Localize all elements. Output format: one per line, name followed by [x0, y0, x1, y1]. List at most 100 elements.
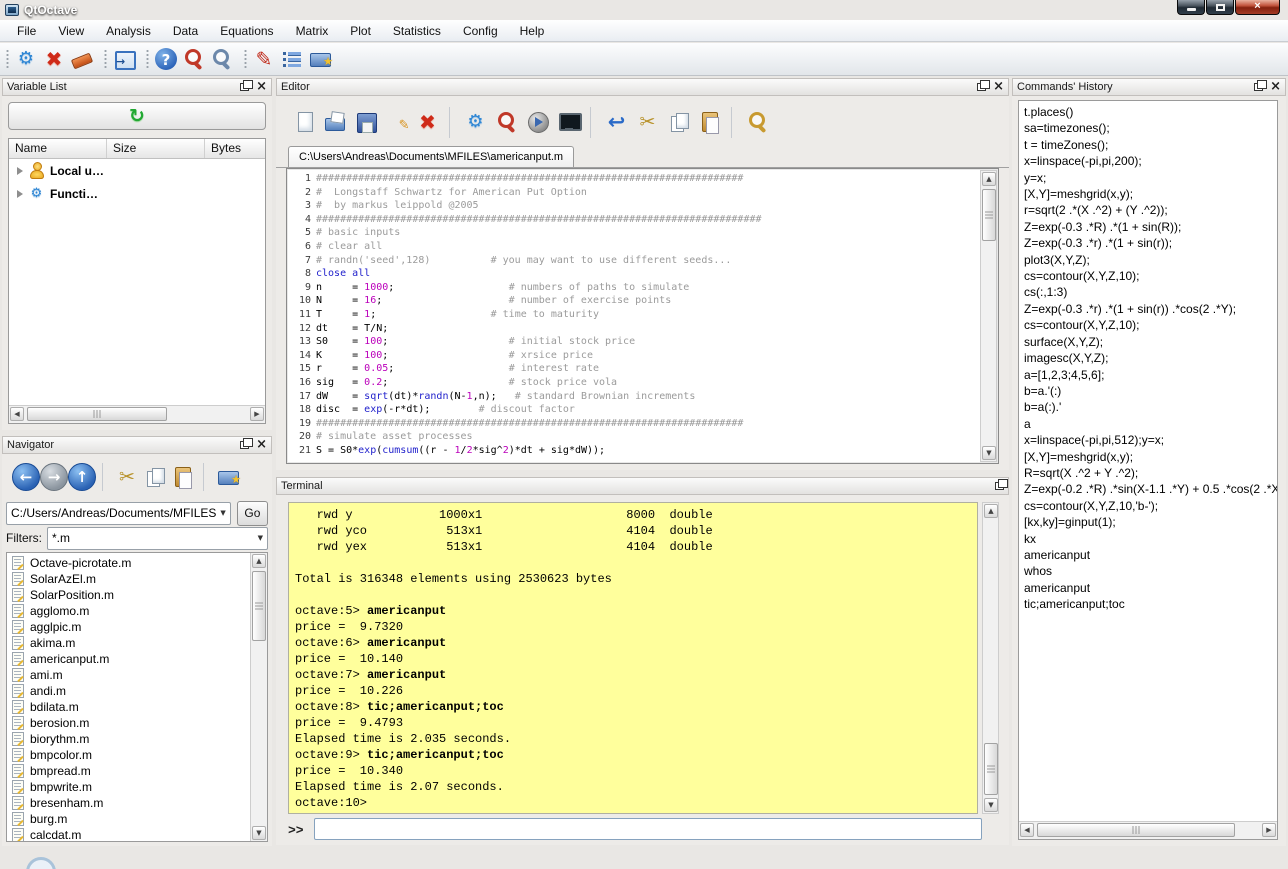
- file-item[interactable]: burg.m: [7, 811, 250, 827]
- history-item[interactable]: Z=exp(-0.3 .*r) .*(1 + sin(r)) .*cos(2 .…: [1024, 301, 1277, 317]
- paste-button[interactable]: [169, 463, 197, 491]
- copy-button[interactable]: [141, 463, 169, 491]
- variable-hscrollbar[interactable]: ◀ ▶: [9, 405, 265, 423]
- file-item[interactable]: berosion.m: [7, 715, 250, 731]
- float-panel-icon[interactable]: [240, 441, 249, 449]
- history-item[interactable]: b=a(:).': [1024, 399, 1277, 415]
- folder-star-button[interactable]: [306, 45, 334, 73]
- pen-button[interactable]: [250, 45, 278, 73]
- refresh-variables-button[interactable]: [8, 102, 266, 130]
- paste-button[interactable]: [694, 107, 725, 138]
- file-item[interactable]: calcdat.m: [7, 827, 250, 841]
- close-tab-button[interactable]: [412, 107, 443, 138]
- zoom-button[interactable]: [742, 107, 773, 138]
- history-item[interactable]: t = timeZones();: [1024, 137, 1277, 153]
- cut-button[interactable]: [632, 107, 663, 138]
- table-export-button[interactable]: [110, 45, 138, 73]
- menu-item-plot[interactable]: Plot: [339, 21, 382, 41]
- close-button[interactable]: [40, 45, 68, 73]
- search-button[interactable]: [208, 45, 236, 73]
- new-file-button[interactable]: [288, 107, 319, 138]
- history-item[interactable]: plot3(X,Y,Z);: [1024, 252, 1277, 268]
- cut-button[interactable]: [113, 463, 141, 491]
- history-item[interactable]: t.places(): [1024, 104, 1277, 120]
- scroll-left-icon[interactable]: ◀: [10, 407, 24, 421]
- scroll-right-icon[interactable]: ▶: [250, 407, 264, 421]
- menu-item-help[interactable]: Help: [509, 21, 556, 41]
- file-item[interactable]: ami.m: [7, 667, 250, 683]
- tree-row[interactable]: Functi…: [9, 182, 265, 205]
- menu-item-view[interactable]: View: [47, 21, 95, 41]
- column-name[interactable]: Name: [9, 139, 107, 158]
- history-item[interactable]: cs=contour(X,Y,Z,10);: [1024, 268, 1277, 284]
- file-item[interactable]: andi.m: [7, 683, 250, 699]
- float-panel-icon[interactable]: [995, 482, 1004, 490]
- go-button[interactable]: Go: [237, 501, 268, 526]
- file-item[interactable]: Octave-picrotate.m: [7, 555, 250, 571]
- history-item[interactable]: sa=timezones();: [1024, 120, 1277, 136]
- history-item[interactable]: Z=exp(-0.3 .*R) .*(1 + sin(R));: [1024, 219, 1277, 235]
- menu-item-analysis[interactable]: Analysis: [95, 21, 162, 41]
- close-panel-icon[interactable]: ×: [1270, 82, 1281, 92]
- history-item[interactable]: y=x;: [1024, 170, 1277, 186]
- history-item[interactable]: surface(X,Y,Z);: [1024, 334, 1277, 350]
- menu-item-equations[interactable]: Equations: [209, 21, 284, 41]
- code-area[interactable]: 1#######################################…: [286, 168, 999, 464]
- file-item[interactable]: agglomo.m: [7, 603, 250, 619]
- settings-button[interactable]: [12, 45, 40, 73]
- file-item[interactable]: agglpic.m: [7, 619, 250, 635]
- list-button[interactable]: [278, 45, 306, 73]
- history-item[interactable]: americanput: [1024, 580, 1277, 596]
- scroll-left-icon[interactable]: ◀: [1020, 823, 1034, 837]
- history-item[interactable]: americanput: [1024, 547, 1277, 563]
- file-item[interactable]: americanput.m: [7, 651, 250, 667]
- history-item[interactable]: x=linspace(-pi,pi,200);: [1024, 153, 1277, 169]
- scroll-down-icon[interactable]: ▼: [252, 826, 266, 840]
- folder-star-button[interactable]: [214, 463, 242, 491]
- scroll-up-icon[interactable]: ▲: [982, 172, 996, 186]
- eraser-button[interactable]: [68, 45, 96, 73]
- forward-button[interactable]: →: [40, 463, 68, 491]
- tree-row[interactable]: Local u…: [9, 159, 265, 182]
- history-item[interactable]: cs=contour(X,Y,Z,10,'b-');: [1024, 498, 1277, 514]
- scroll-up-icon[interactable]: ▲: [984, 504, 998, 518]
- file-item[interactable]: biorythm.m: [7, 731, 250, 747]
- history-item[interactable]: Z=exp(-0.3 .*r) .*(1 + sin(r));: [1024, 235, 1277, 251]
- history-item[interactable]: b=a.'(:): [1024, 383, 1277, 399]
- history-item[interactable]: Z=exp(-0.2 .*R) .*sin(X-1.1 .*Y) + 0.5 .…: [1024, 481, 1277, 497]
- scroll-thumb[interactable]: [252, 571, 266, 641]
- scroll-up-icon[interactable]: ▲: [252, 554, 266, 568]
- history-item[interactable]: [X,Y]=meshgrid(x,y);: [1024, 449, 1277, 465]
- column-size[interactable]: Size: [107, 139, 205, 158]
- save-as-button[interactable]: [381, 107, 412, 138]
- file-item[interactable]: bmpwrite.m: [7, 779, 250, 795]
- menu-item-statistics[interactable]: Statistics: [382, 21, 452, 41]
- file-list-vscrollbar[interactable]: ▲ ▼: [250, 553, 267, 841]
- close-panel-icon[interactable]: ×: [993, 82, 1004, 92]
- copy-button[interactable]: [663, 107, 694, 138]
- history-item[interactable]: imagesc(X,Y,Z);: [1024, 350, 1277, 366]
- history-item[interactable]: [X,Y]=meshgrid(x,y);: [1024, 186, 1277, 202]
- settings-button[interactable]: [460, 107, 491, 138]
- history-item[interactable]: kx: [1024, 531, 1277, 547]
- menu-item-matrix[interactable]: Matrix: [285, 21, 340, 41]
- scroll-down-icon[interactable]: ▼: [984, 798, 998, 812]
- menu-item-config[interactable]: Config: [452, 21, 509, 41]
- history-item[interactable]: a: [1024, 416, 1277, 432]
- history-item[interactable]: cs=contour(X,Y,Z,10);: [1024, 317, 1277, 333]
- scroll-thumb[interactable]: [27, 407, 167, 421]
- file-item[interactable]: SolarAzEl.m: [7, 571, 250, 587]
- close-panel-icon[interactable]: ×: [256, 82, 267, 92]
- scroll-down-icon[interactable]: ▼: [982, 446, 996, 460]
- search-doc-button[interactable]: [180, 45, 208, 73]
- restore-button[interactable]: [1206, 0, 1234, 15]
- search-doc-button[interactable]: [491, 107, 522, 138]
- file-item[interactable]: bmpcolor.m: [7, 747, 250, 763]
- close-panel-icon[interactable]: ×: [256, 440, 267, 450]
- menu-item-file[interactable]: File: [6, 21, 47, 41]
- help-button[interactable]: [152, 45, 180, 73]
- file-item[interactable]: akima.m: [7, 635, 250, 651]
- history-item[interactable]: whos: [1024, 563, 1277, 579]
- up-button[interactable]: ↑: [68, 463, 96, 491]
- back-button[interactable]: ←: [12, 463, 40, 491]
